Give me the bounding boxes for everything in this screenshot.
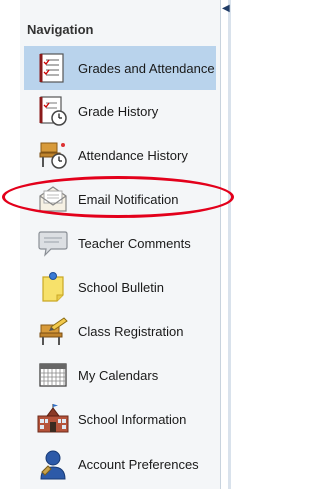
account-person-icon [36,447,70,481]
nav-item-label: Teacher Comments [78,235,191,251]
nav-item-my-calendars[interactable]: My Calendars [24,356,216,394]
nav-item-label: Grade History [78,103,159,119]
nav-item-label: School Bulletin [78,279,164,295]
collapse-bar [228,0,231,489]
nav-item-label: School Information [78,411,187,427]
calendar-grid-icon [36,358,70,392]
navigation-title: Navigation [27,22,94,37]
nav-item-label: Attendance History [78,147,188,163]
nav-item-school-information[interactable]: School Information [24,400,216,438]
nav-item-class-registration[interactable]: Class Registration [24,312,216,350]
nav-item-label: Class Registration [78,323,184,339]
collapse-arrow-icon[interactable]: ◀ [222,4,230,14]
grade-history-clock-icon [36,94,70,128]
school-building-icon [36,402,70,436]
nav-item-grade-history[interactable]: Grade History [24,92,216,130]
grades-book-icon [36,51,70,85]
nav-item-teacher-comments[interactable]: Teacher Comments [24,224,216,262]
class-desk-pencil-icon [36,314,70,348]
nav-item-label: Grades and Attendance [78,60,215,76]
nav-item-account-preferences[interactable]: Account Preferences [24,444,216,484]
nav-item-label: Email Notification [78,191,179,207]
nav-item-label: Account Preferences [78,456,199,472]
bulletin-note-icon [36,270,70,304]
nav-item-attendance-history[interactable]: Attendance History [24,136,216,174]
nav-item-grades-and-attendance[interactable]: Grades and Attendance [24,46,216,90]
nav-item-school-bulletin[interactable]: School Bulletin [24,268,216,306]
nav-item-label: My Calendars [78,367,159,383]
attendance-desk-clock-icon [36,138,70,172]
email-envelope-icon [36,182,70,216]
comment-bubble-icon [36,226,70,260]
nav-item-email-notification[interactable]: Email Notification [24,180,216,218]
collapse-strip[interactable]: ◀ [222,0,250,489]
